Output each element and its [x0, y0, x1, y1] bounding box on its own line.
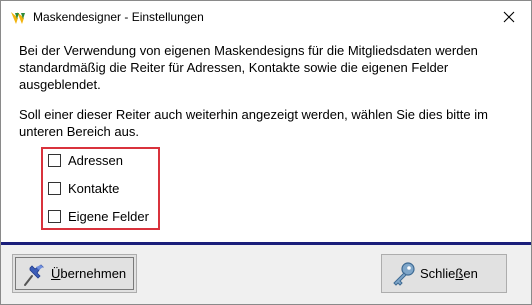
pushpin-icon [24, 263, 44, 286]
apply-button[interactable]: Übernehmen [12, 254, 137, 293]
title-bar: Maskendesigner - Einstellungen [1, 1, 531, 34]
info-text-paragraph: Bei der Verwendung von eigenen Maskendes… [19, 43, 478, 92]
checkbox-label: Adressen [68, 152, 123, 168]
checkbox-box[interactable] [48, 181, 61, 195]
dialog-content: Bei der Verwendung von eigenen Maskendes… [1, 34, 531, 242]
window-title: Maskendesigner - Einstellungen [33, 10, 204, 24]
close-window-button[interactable] [487, 1, 531, 33]
checkbox-label: Kontakte [68, 180, 120, 196]
checkbox-box[interactable] [48, 209, 61, 223]
close-button-label: Schließen [420, 266, 478, 281]
close-icon [503, 11, 515, 23]
checkbox-adressen[interactable]: Adressen [48, 150, 123, 170]
checkbox-label: Eigene Felder [68, 208, 149, 224]
button-bar: Übernehmen Schließen [1, 245, 531, 304]
checkbox-box[interactable] [48, 153, 61, 167]
app-logo-icon [11, 12, 25, 24]
checkbox-kontakte[interactable]: Kontakte [48, 178, 119, 198]
apply-button-label: Übernehmen [51, 266, 127, 281]
key-icon [393, 261, 415, 286]
instruction-text-paragraph: Soll einer dieser Reiter auch weiterhin … [19, 107, 488, 139]
checkbox-eigene-felder[interactable]: Eigene Felder [48, 206, 149, 226]
close-button[interactable]: Schließen [381, 254, 507, 293]
settings-dialog: Maskendesigner - Einstellungen Bei der V… [0, 0, 532, 305]
